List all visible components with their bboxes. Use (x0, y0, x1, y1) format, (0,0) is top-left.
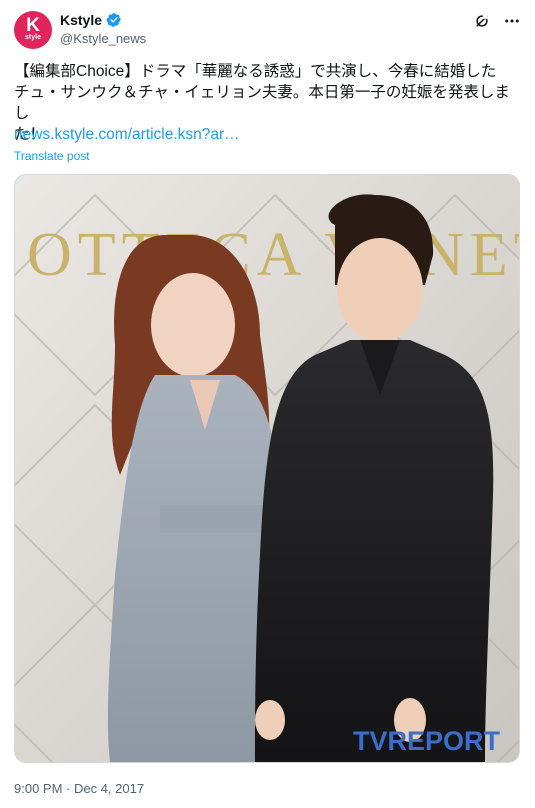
display-name[interactable]: Kstyle (60, 12, 122, 28)
avatar-letter: K (26, 15, 40, 36)
article-link[interactable]: news.kstyle.com/article.ksn?ar… (14, 126, 240, 144)
verified-badge-icon (106, 13, 121, 27)
more-icon[interactable] (503, 12, 521, 30)
avatar-sub: style (25, 34, 41, 41)
tweet-card: K style Kstyle @Kstyle_news 【編集部Choice】ド… (0, 0, 535, 808)
background-sign: OTTECA VENET (27, 221, 519, 289)
tweet-timestamp[interactable]: 9:00 PM · Dec 4, 2017 (14, 781, 144, 796)
grok-icon[interactable] (473, 12, 491, 30)
display-name-text: Kstyle (60, 12, 103, 28)
user-handle[interactable]: @Kstyle_news (60, 31, 146, 46)
photo-watermark: TVREPORT (353, 726, 501, 756)
tweet-photo[interactable]: OTTECA VENET TVREPORT (14, 174, 520, 763)
photo-icon: OTTECA VENET TVREPORT (15, 175, 519, 762)
translate-post-link[interactable]: Translate post (14, 149, 90, 163)
grok-icon-svg (476, 14, 488, 27)
more-icon-svg (505, 19, 519, 23)
top-actions (473, 12, 521, 30)
avatar[interactable]: K style (14, 11, 52, 49)
